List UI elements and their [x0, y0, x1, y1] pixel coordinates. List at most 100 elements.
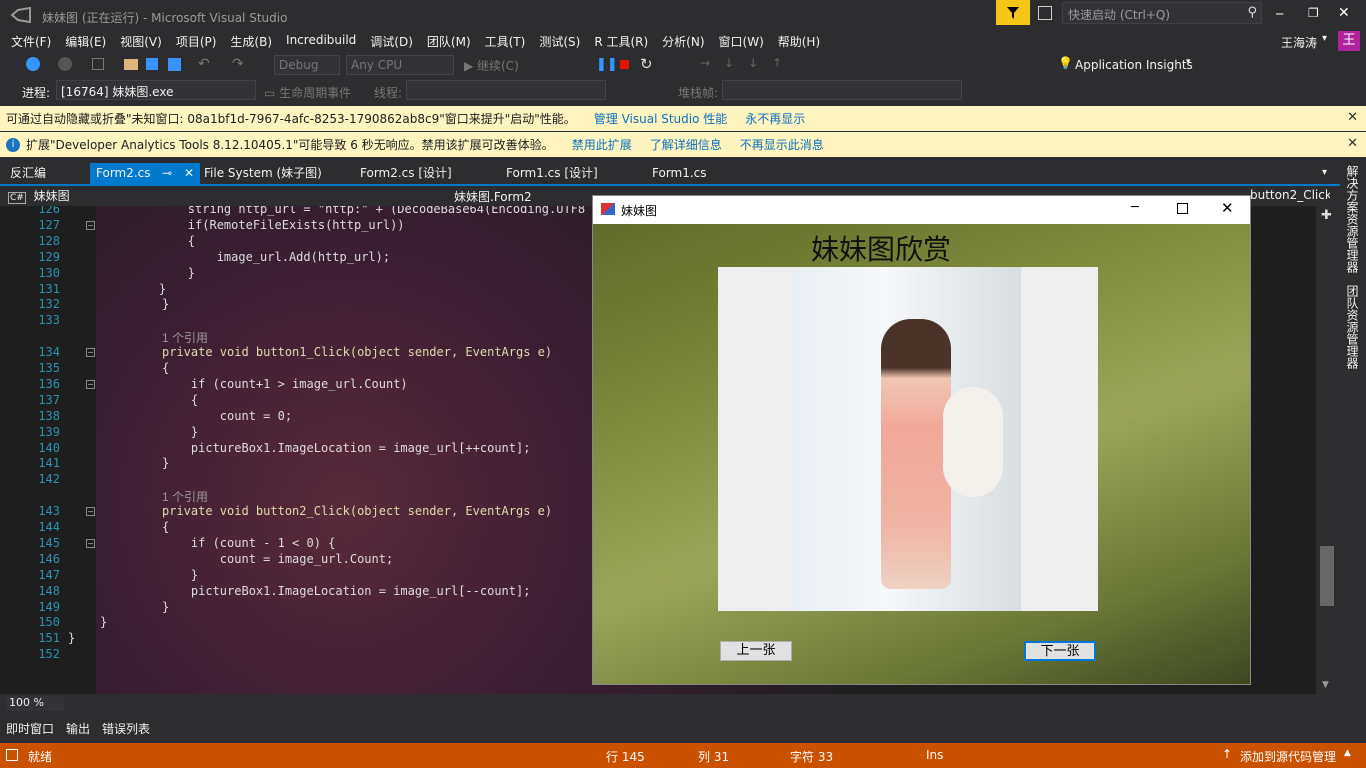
menu-item[interactable]: 项目(P) — [176, 33, 217, 50]
prev-button[interactable]: 上一张 — [720, 641, 792, 661]
project-dropdown[interactable]: C# 妹妹图 — [8, 187, 448, 205]
tab-form2-design[interactable]: Form2.cs [设计] — [354, 163, 452, 184]
platform-select[interactable]: Any CPU — [346, 55, 454, 75]
code-line[interactable]: count = 0; — [162, 409, 292, 423]
tab-form2-cs[interactable]: Form2.cs ⊸ ✕ — [90, 163, 200, 184]
menu-item[interactable]: 分析(N) — [662, 33, 704, 50]
code-line[interactable]: } — [162, 568, 198, 582]
collapse-icon[interactable]: − — [86, 538, 95, 548]
form-minimize-button[interactable]: ─ — [1131, 200, 1139, 215]
menu-item[interactable]: 窗口(W) — [719, 33, 764, 50]
zoom-select[interactable]: 100 % — [6, 696, 64, 711]
manage-performance-link[interactable]: 管理 Visual Studio 性能 — [594, 110, 728, 127]
restore-button[interactable]: ❐ — [1308, 6, 1322, 20]
stop-icon[interactable] — [620, 60, 629, 69]
menu-item[interactable]: R 工具(R) — [594, 33, 648, 50]
code-line[interactable]: } — [162, 425, 198, 439]
code-line[interactable]: if (count+1 > image_url.Count) — [162, 377, 408, 391]
reference-count[interactable]: 1 个引用 — [162, 488, 208, 505]
code-line[interactable]: private void button1_Click(object sender… — [162, 345, 552, 359]
code-line[interactable]: { — [162, 361, 169, 375]
code-line[interactable]: } — [130, 266, 195, 280]
continue-button[interactable]: ▶ 继续(C) — [464, 57, 519, 74]
tab-overflow-icon[interactable]: ▾ — [1322, 167, 1327, 178]
chevron-down-icon[interactable]: ▾ — [1322, 33, 1327, 44]
add-to-source-control[interactable]: 添加到源代码管理 — [1240, 748, 1336, 765]
quick-launch-input[interactable]: 快速启动 (Ctrl+Q) ⚲ — [1062, 2, 1262, 24]
menu-item[interactable]: 编辑(E) — [65, 33, 106, 50]
open-folder-icon[interactable] — [124, 59, 138, 70]
learn-more-link[interactable]: 了解详细信息 — [650, 136, 722, 153]
code-line[interactable]: } — [162, 297, 169, 311]
app-insights-button[interactable]: Application Insights — [1075, 58, 1193, 72]
pin-icon[interactable]: ⊸ — [162, 163, 172, 184]
split-icon[interactable]: ✚ — [1321, 208, 1332, 223]
user-name[interactable]: 王海涛 — [1281, 34, 1317, 51]
chevron-down-icon[interactable]: ▾ — [1186, 57, 1191, 67]
restart-icon[interactable]: ↻ — [640, 55, 653, 73]
new-project-icon[interactable] — [92, 58, 104, 70]
process-select[interactable]: [16764] 妹妹图.exe — [56, 80, 256, 100]
chevron-up-icon[interactable]: ▲ — [1344, 748, 1351, 758]
code-line[interactable]: } — [162, 600, 169, 614]
code-line[interactable]: pictureBox1.ImageLocation = image_url[++… — [162, 441, 531, 455]
menu-item[interactable]: 工具(T) — [485, 33, 526, 50]
code-line[interactable]: if(RemoteFileExists(http_url)) — [130, 218, 405, 232]
undo-icon[interactable]: ↶ — [198, 56, 210, 72]
back-icon[interactable] — [26, 57, 40, 71]
redo-icon[interactable]: ↷ — [232, 56, 244, 72]
code-line[interactable]: } — [162, 456, 169, 470]
collapse-icon[interactable]: − — [86, 220, 95, 230]
pause-icon[interactable]: ❚❚ — [596, 57, 618, 72]
collapse-icon[interactable]: − — [86, 507, 95, 517]
minimize-button[interactable]: ─ — [1276, 7, 1290, 21]
tab-solution-explorer[interactable]: 解决方案资源管理器 — [1344, 165, 1361, 273]
tab-disassembly[interactable]: 反汇编 — [4, 163, 46, 184]
collapse-icon[interactable]: − — [86, 348, 95, 358]
code-line[interactable]: image_url.Add(http_url); — [130, 250, 390, 264]
avatar[interactable]: 王 — [1338, 31, 1360, 51]
menu-item[interactable]: Incredibuild — [286, 33, 356, 50]
code-line[interactable]: string http_url = "http:" + (DecodeBase6… — [130, 206, 585, 216]
menu-item[interactable]: 帮助(H) — [778, 33, 820, 50]
code-line[interactable]: } — [68, 631, 75, 645]
tab-form1-cs[interactable]: Form1.cs — [646, 163, 707, 184]
notification-icon[interactable] — [1038, 6, 1052, 20]
code-line[interactable]: count = image_url.Count; — [162, 552, 393, 566]
member-dropdown[interactable]: button2_Click(object sender, EventArgs e… — [1250, 188, 1330, 206]
menu-item[interactable]: 文件(F) — [11, 33, 51, 50]
tab-error-list[interactable]: 错误列表 — [102, 720, 150, 737]
code-line[interactable]: pictureBox1.ImageLocation = image_url[--… — [162, 584, 531, 598]
lifecycle-button[interactable]: ▭ 生命周期事件 — [264, 84, 351, 101]
menu-item[interactable]: 生成(B) — [230, 33, 272, 50]
code-line[interactable]: { — [162, 393, 198, 407]
collapse-icon[interactable]: − — [86, 379, 95, 389]
save-icon[interactable] — [146, 58, 158, 70]
save-all-icon[interactable] — [168, 58, 181, 71]
chevron-down-icon[interactable]: ▼ — [1322, 680, 1329, 690]
tab-form1-design[interactable]: Form1.cs [设计] — [500, 163, 598, 184]
next-button[interactable]: 下一张 — [1024, 641, 1096, 661]
class-dropdown[interactable]: 妹妹图.Form2 — [454, 188, 584, 206]
scroll-thumb[interactable] — [1320, 546, 1334, 606]
tab-output[interactable]: 输出 — [66, 720, 90, 737]
close-icon[interactable]: ✕ — [1347, 110, 1358, 125]
never-show-link[interactable]: 永不再显示 — [745, 110, 805, 127]
tab-file-system[interactable]: File System (妹子图) — [198, 163, 322, 184]
step-icons[interactable]: →↓↓↑ — [700, 56, 796, 70]
forward-icon[interactable] — [58, 57, 72, 71]
code-line[interactable]: if (count - 1 < 0) { — [162, 536, 336, 550]
code-line[interactable]: { — [162, 520, 169, 534]
menu-item[interactable]: 视图(V) — [120, 33, 162, 50]
tab-immediate-window[interactable]: 即时窗口 — [6, 720, 54, 737]
config-select[interactable]: Debug — [274, 55, 340, 75]
menu-item[interactable]: 调试(D) — [370, 33, 413, 50]
disable-extension-link[interactable]: 禁用此扩展 — [572, 136, 632, 153]
form-close-button[interactable]: ✕ — [1221, 199, 1234, 217]
vertical-scrollbar[interactable]: ✚ ▼ — [1316, 206, 1340, 694]
close-button[interactable]: ✕ — [1338, 5, 1352, 21]
code-line[interactable]: { — [130, 234, 195, 248]
menu-item[interactable]: 团队(M) — [427, 33, 471, 50]
thread-select[interactable] — [406, 80, 606, 100]
reference-count[interactable]: 1 个引用 — [162, 329, 208, 346]
